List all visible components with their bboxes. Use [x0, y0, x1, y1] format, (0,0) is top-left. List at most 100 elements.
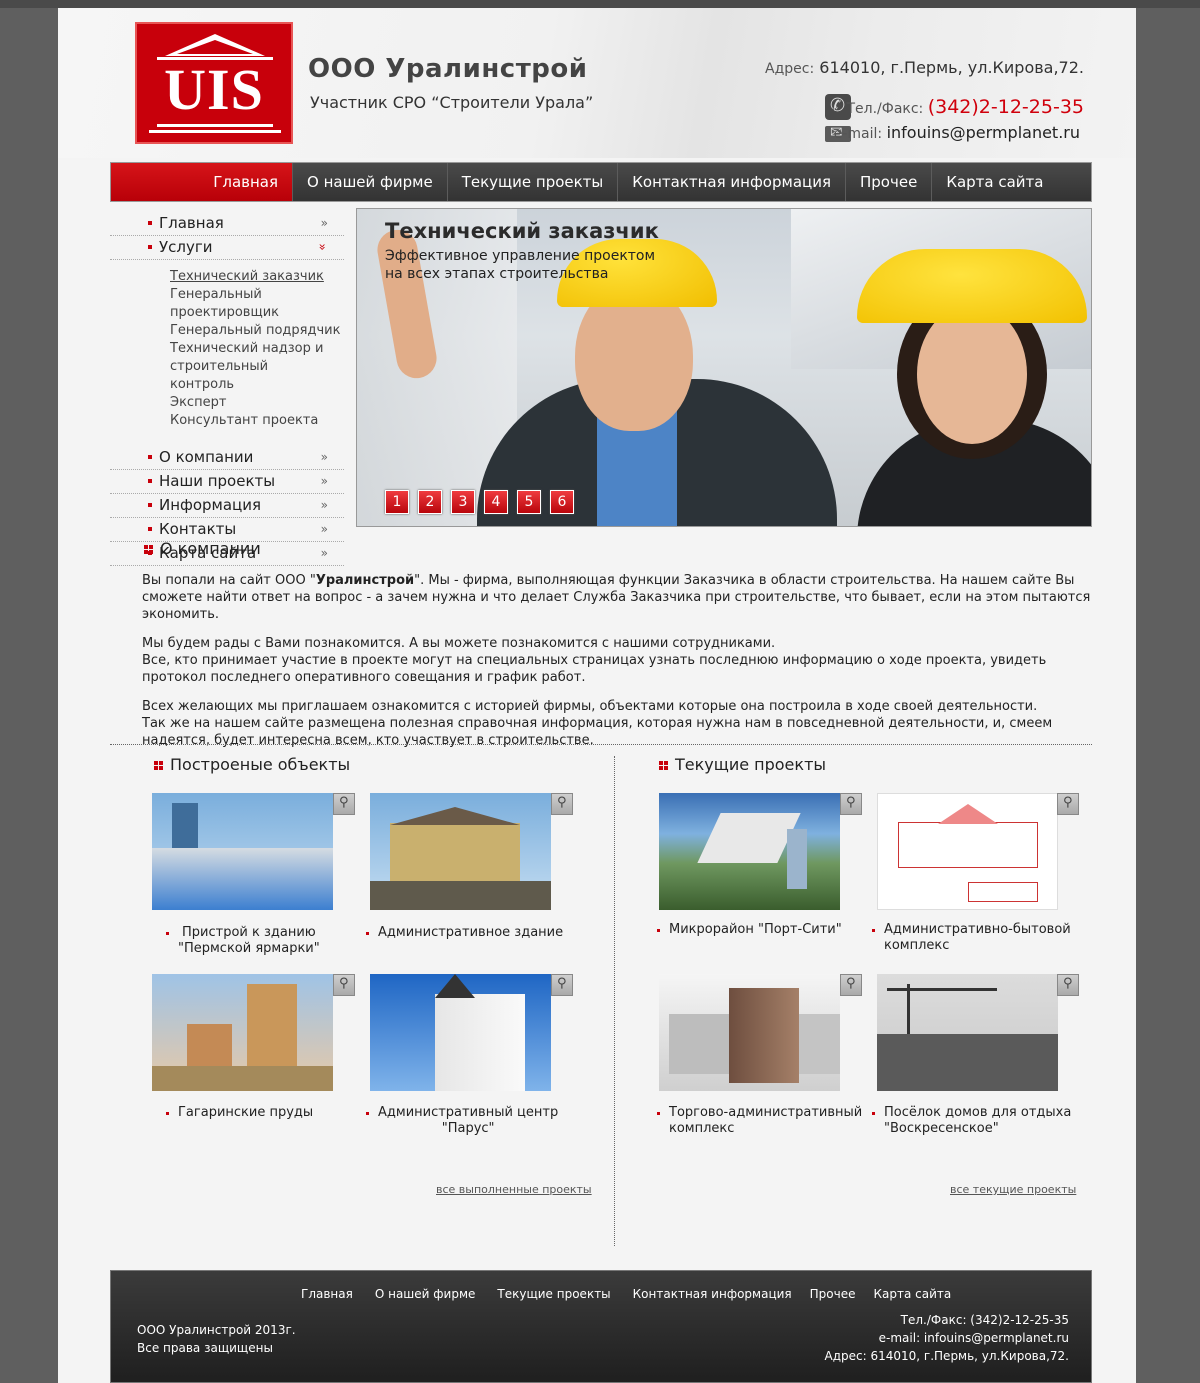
services-submenu: Технический заказчик Генеральный проекти…	[110, 260, 344, 446]
zoom-icon[interactable]	[840, 793, 862, 815]
all-current-projects-link[interactable]: все текущие проекты	[950, 1183, 1076, 1196]
thumb-building-left	[669, 1014, 729, 1074]
project-caption[interactable]: Административный центр "Парус"	[366, 1105, 558, 1137]
project-caption[interactable]: Административное здание	[366, 925, 563, 941]
nav-item-sitemap[interactable]: Карта сайта	[932, 163, 1057, 201]
sidebar-item-information[interactable]: Информация »	[110, 494, 344, 518]
thumb-building	[152, 848, 333, 910]
footer-link-home[interactable]: Главная	[301, 1287, 353, 1301]
slide-button-4[interactable]: 4	[484, 490, 508, 514]
logo[interactable]: UIS	[135, 22, 293, 144]
nav-item-about-firm[interactable]: О нашей фирме	[293, 163, 448, 201]
project-caption[interactable]: Гагаринские пруды	[166, 1105, 313, 1121]
project-caption[interactable]: Административно-бытовой комплекс	[872, 922, 1071, 954]
project-caption[interactable]: Посёлок домов для отдыха "Воскресенское"	[872, 1105, 1071, 1137]
footer: Главная О нашей фирме Текущие проекты Ко…	[110, 1270, 1092, 1383]
sidebar-item-label: Информация	[159, 496, 262, 514]
footer-link-current-projects[interactable]: Текущие проекты	[497, 1287, 610, 1301]
banner-subtitle-line2: на всех этапах строительства	[385, 266, 609, 282]
caption-line1: Гагаринские пруды	[178, 1105, 314, 1120]
project-thumb-gagarin-ponds[interactable]	[152, 974, 333, 1091]
sidebar-item-services[interactable]: Услуги »	[110, 236, 344, 260]
project-thumb-port-city[interactable]	[659, 793, 840, 910]
slide-button-3[interactable]: 3	[451, 490, 475, 514]
nav-item-current-projects[interactable]: Текущие проекты	[448, 163, 619, 201]
submenu-item-technical-customer[interactable]: Технический заказчик	[170, 268, 344, 286]
project-thumb-perm-fair[interactable]	[152, 793, 333, 910]
project-caption[interactable]: Пристрой к зданию "Пермской ярмарки"	[166, 925, 320, 957]
thumb-tower	[787, 829, 807, 889]
zoom-icon[interactable]	[1057, 793, 1079, 815]
slide-button-6[interactable]: 6	[550, 490, 574, 514]
double-chevron-icon: »	[320, 498, 328, 512]
submenu-item-technical-supervision[interactable]: Технический надзор и строительный контро…	[170, 340, 330, 394]
zoom-icon[interactable]	[333, 974, 355, 996]
zoom-icon[interactable]	[551, 974, 573, 996]
submenu-item-general-contractor[interactable]: Генеральный подрядчик	[170, 322, 344, 340]
double-chevron-icon: »	[320, 450, 328, 464]
slide-button-5[interactable]: 5	[517, 490, 541, 514]
submenu-item-expert[interactable]: Эксперт	[170, 394, 344, 412]
logo-bar-bottom	[157, 124, 273, 127]
about-p2-line2: Все, кто принимает участие в проекте мог…	[142, 653, 1047, 685]
footer-phone: Тел./Факс: (342)2-12-25-35	[900, 1313, 1069, 1327]
nav-item-contacts[interactable]: Контактная информация	[618, 163, 846, 201]
thumb-drawing-stamp	[968, 882, 1038, 902]
zoom-icon[interactable]	[1057, 974, 1079, 996]
sidebar-item-projects[interactable]: Наши проекты »	[110, 470, 344, 494]
footer-link-about-firm[interactable]: О нашей фирме	[375, 1287, 476, 1301]
banner-woman-face	[917, 304, 1027, 444]
project-thumb-admin-building[interactable]	[370, 793, 551, 910]
banner-slider: Технический заказчик Эффективное управле…	[356, 208, 1092, 527]
address-value: 614010, г.Пермь, ул.Кирова,72.	[819, 58, 1084, 77]
footer-link-contacts[interactable]: Контактная информация	[633, 1287, 792, 1301]
project-thumb-admin-complex-drawing[interactable]	[877, 793, 1058, 910]
zoom-icon[interactable]	[333, 793, 355, 815]
thumb-building-right	[799, 1014, 840, 1074]
caption-line1: Микрорайон "Порт-Сити"	[669, 922, 842, 937]
about-p1-company: Уралинстрой	[315, 573, 415, 588]
address-label: Адрес:	[765, 61, 815, 77]
project-caption[interactable]: Торгово-административный комплекс	[657, 1105, 862, 1137]
footer-link-sitemap[interactable]: Карта сайта	[873, 1287, 951, 1301]
about-paragraph-2: Мы будем рады с Вами познакомится. А вы …	[142, 635, 1102, 686]
sidebar-item-home[interactable]: Главная »	[110, 212, 344, 236]
sidebar: Главная » Услуги » Технический заказчик …	[110, 212, 344, 566]
phone-label: Тел./Факс:	[846, 101, 924, 117]
thumb-ground	[152, 1066, 333, 1091]
about-paragraph-3: Всех желающих мы приглашаем ознакомится …	[142, 698, 1102, 749]
footer-address: Адрес: 614010, г.Пермь, ул.Кирова,72.	[824, 1349, 1069, 1363]
sidebar-item-company[interactable]: О компании »	[110, 446, 344, 470]
email-link[interactable]: infouins@permplanet.ru	[887, 123, 1080, 142]
project-thumb-parus-center[interactable]	[370, 974, 551, 1091]
thumb-drawing-facade	[898, 822, 1038, 868]
sidebar-item-label: Наши проекты	[159, 472, 276, 490]
column-divider	[614, 756, 615, 1246]
submenu-item-general-designer[interactable]: Генеральный проектировщик	[170, 286, 344, 322]
footer-link-other[interactable]: Прочее	[810, 1287, 856, 1301]
nav-item-other[interactable]: Прочее	[846, 163, 933, 201]
slide-button-2[interactable]: 2	[418, 490, 442, 514]
sidebar-item-label: Контакты	[159, 520, 237, 538]
all-completed-projects-link[interactable]: все выполненные проекты	[436, 1183, 592, 1196]
thumb-crane-jib	[887, 988, 997, 991]
zoom-icon[interactable]	[840, 974, 862, 996]
phone-value: (342)2-12-25-35	[927, 96, 1084, 118]
zoom-icon[interactable]	[551, 793, 573, 815]
double-chevron-down-icon: »	[315, 243, 330, 251]
double-chevron-icon: »	[320, 474, 328, 488]
submenu-item-project-consultant[interactable]: Консультант проекта	[170, 412, 344, 430]
project-thumb-voskresenskoe[interactable]	[877, 974, 1058, 1091]
slide-button-1[interactable]: 1	[385, 490, 409, 514]
header: UIS ООО Уралинстрой Участник СРО “Строит…	[58, 8, 1136, 158]
nav-item-home[interactable]: Главная	[111, 163, 293, 201]
banner-title: Технический заказчик	[385, 219, 659, 243]
sidebar-item-label: О компании	[159, 448, 254, 466]
caption-line2: "Пермской ярмарки"	[178, 941, 320, 956]
caption-line2: комплекс	[669, 1121, 735, 1136]
page: UIS ООО Уралинстрой Участник СРО “Строит…	[58, 8, 1136, 1383]
thumb-house	[390, 823, 520, 883]
project-caption[interactable]: Микрорайон "Порт-Сити"	[657, 922, 842, 938]
footer-email[interactable]: e-mail: infouins@permplanet.ru	[825, 1329, 1069, 1347]
project-thumb-trade-complex[interactable]	[659, 974, 840, 1091]
